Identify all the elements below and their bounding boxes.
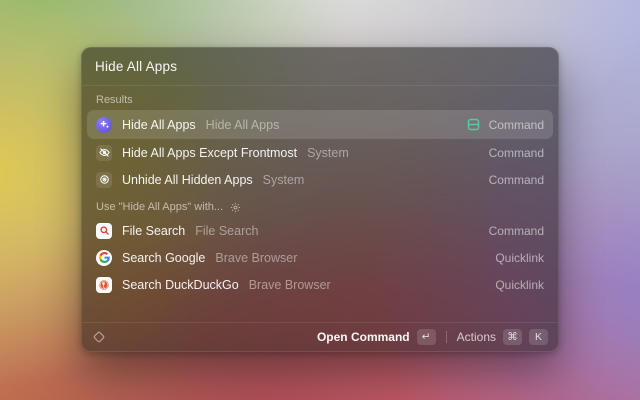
row-title: File Search [122, 224, 185, 238]
row-subtitle: Hide All Apps [206, 118, 280, 132]
k-key-badge: K [529, 329, 548, 345]
section-label-use-with: Use "Hide All Apps" with... [96, 201, 544, 213]
gear-icon[interactable] [230, 202, 241, 213]
result-row-unhide-all[interactable]: Unhide All Hidden Apps System Command [87, 166, 553, 193]
row-type-label: Quicklink [495, 278, 544, 292]
open-command-button[interactable]: Open Command ↵ [317, 329, 436, 345]
result-row-search-duckduckgo[interactable]: Search DuckDuckGo Brave Browser Quicklin… [87, 271, 553, 298]
row-type-label: Quicklink [495, 251, 544, 265]
result-row-hide-except-frontmost[interactable]: Hide All Apps Except Frontmost System Co… [87, 139, 553, 166]
row-type-label: Command [489, 118, 544, 132]
row-title: Hide All Apps [122, 118, 196, 132]
open-command-label: Open Command [317, 330, 410, 344]
window-footer: Open Command ↵ Actions ⌘ K [82, 322, 558, 351]
cmd-key-badge: ⌘ [503, 329, 522, 345]
result-row-file-search[interactable]: File Search File Search Command [87, 217, 553, 244]
result-row-hide-all-apps[interactable]: Hide All Apps Hide All Apps Command [87, 110, 553, 139]
section-label-text: Use "Hide All Apps" with... [96, 201, 223, 213]
row-title: Hide All Apps Except Frontmost [122, 146, 297, 160]
search-input[interactable]: Hide All Apps [82, 48, 558, 86]
eye-off-icon [96, 145, 112, 161]
section-label-results: Results [96, 94, 544, 106]
actions-button[interactable]: Actions ⌘ K [457, 329, 548, 345]
result-row-search-google[interactable]: Search Google Brave Browser Quicklink [87, 244, 553, 271]
row-type-label: Command [489, 173, 544, 187]
row-subtitle: System [263, 173, 305, 187]
return-key-badge: ↵ [417, 329, 436, 345]
eye-icon [96, 172, 112, 188]
footer-divider [446, 331, 447, 343]
duckduckgo-icon [96, 277, 112, 293]
file-search-icon [96, 223, 112, 239]
row-type-label: Command [489, 224, 544, 238]
row-type-label: Command [489, 146, 544, 160]
row-subtitle: Brave Browser [215, 251, 297, 265]
app-window-icon [466, 117, 481, 132]
row-title: Unhide All Hidden Apps [122, 173, 253, 187]
row-subtitle: System [307, 146, 349, 160]
hide-all-apps-icon [96, 117, 112, 133]
row-subtitle: Brave Browser [249, 278, 331, 292]
raycast-window: Hide All Apps Results Hide All Apps Hide… [81, 47, 559, 352]
row-title: Search Google [122, 251, 205, 265]
row-subtitle: File Search [195, 224, 258, 238]
google-icon [96, 250, 112, 266]
raycast-logo-icon [92, 330, 106, 344]
actions-label: Actions [457, 330, 496, 344]
section-label-text: Results [96, 94, 133, 106]
search-query-text: Hide All Apps [95, 59, 177, 74]
row-title: Search DuckDuckGo [122, 278, 239, 292]
